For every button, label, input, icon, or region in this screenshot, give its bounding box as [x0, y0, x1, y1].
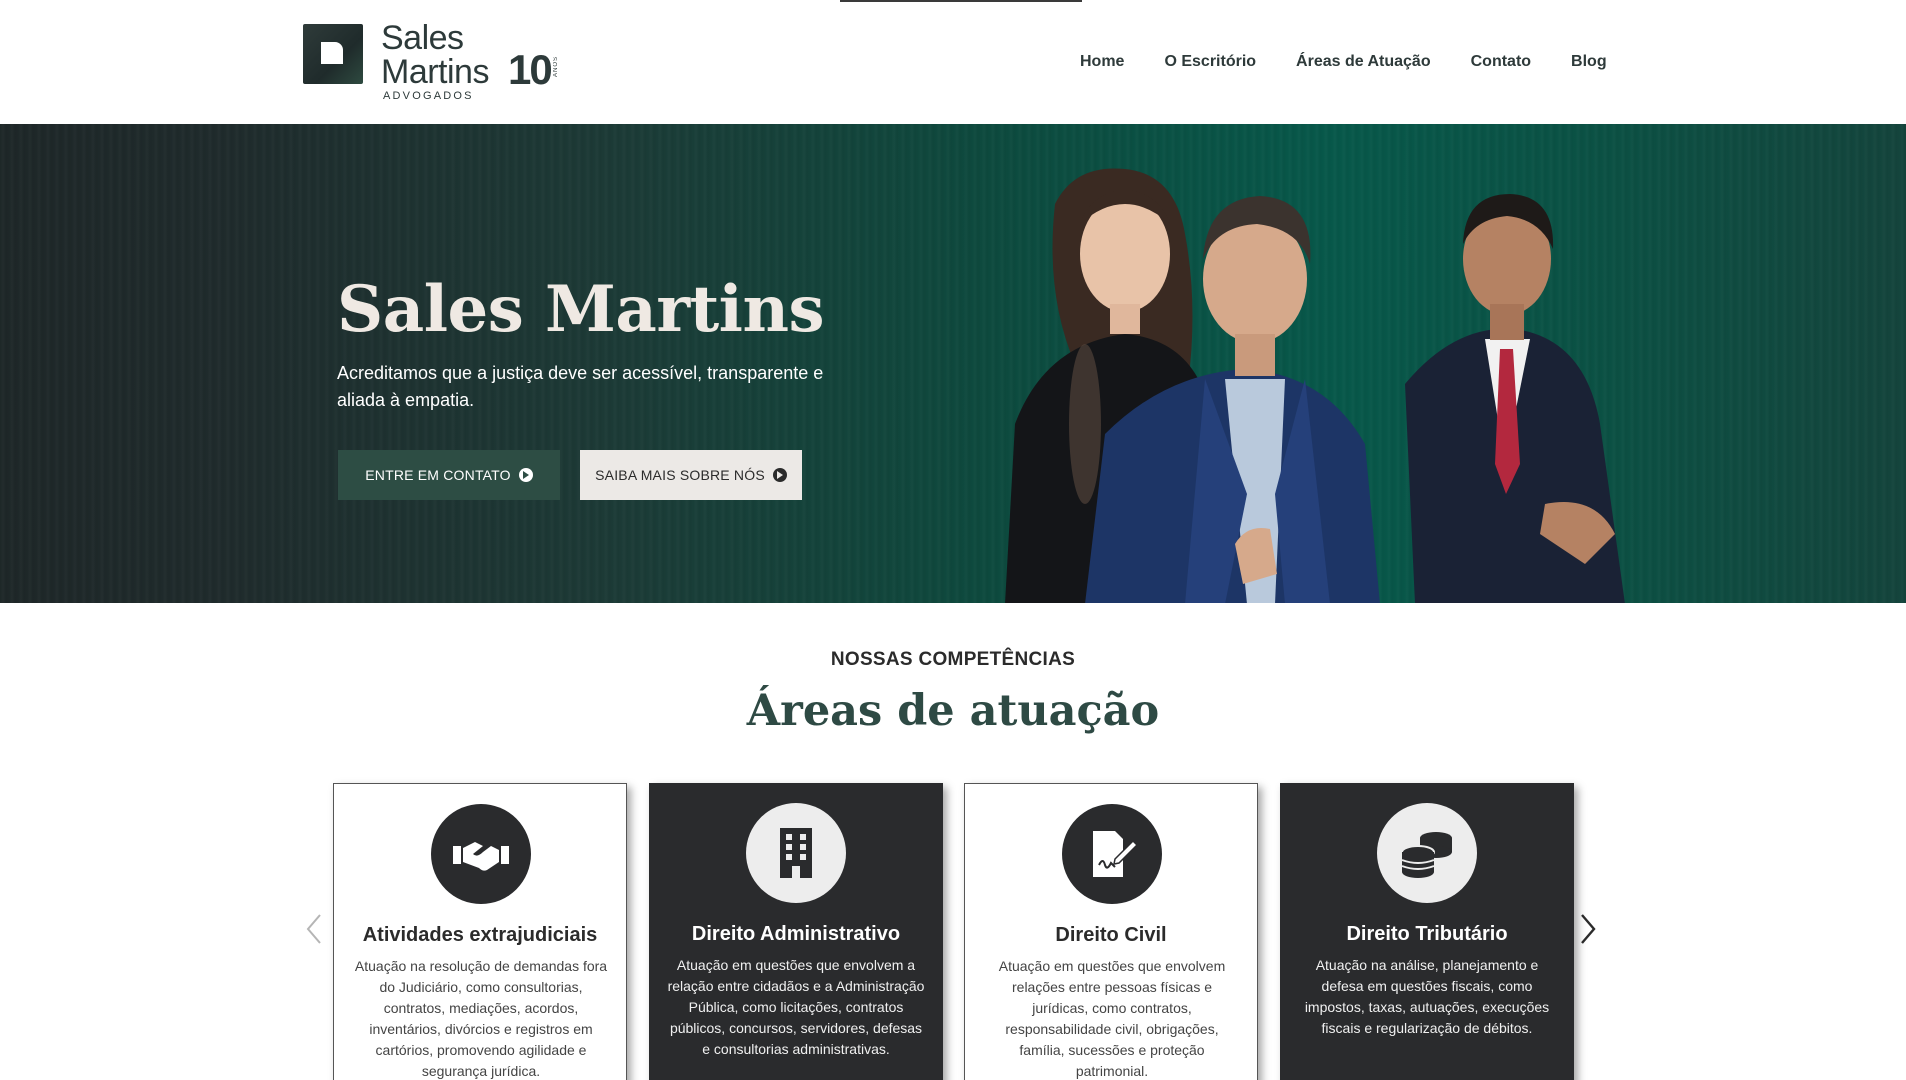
nav-item-blog[interactable]: Blog — [1571, 50, 1607, 74]
logo-years-number: 10 — [508, 46, 553, 93]
card-description: Atuação na resolução de demandas fora do… — [354, 958, 608, 1079]
logo-years-label: ANOS — [553, 56, 559, 78]
nav-item-escritorio[interactable]: O Escritório — [1164, 50, 1256, 74]
card-description: Atuação na análise, planejamento e defes… — [1304, 957, 1550, 1036]
coins-icon — [1377, 803, 1477, 903]
team-photo — [1005, 168, 1625, 603]
team-member-man-right — [1405, 194, 1625, 603]
hero-subtitle: Acreditamos que a justiça deve ser acess… — [337, 363, 824, 410]
file-signature-icon — [1062, 804, 1162, 904]
hero-title: Sales Martins — [337, 272, 825, 347]
card-description: Atuação em questões que envolvem a relaç… — [667, 957, 925, 1057]
hero-banner: Sales Martins Acreditamos que a justiça … — [0, 124, 1906, 603]
practice-area-card[interactable]: Direito Tributário Atuação na análise, p… — [1280, 783, 1574, 1080]
nav-item-home[interactable]: Home — [1080, 50, 1124, 74]
logo-mark-icon — [303, 24, 363, 84]
logo-tagline: ADVOGADOS — [383, 90, 474, 102]
section-title: Áreas de atuação — [746, 686, 1160, 736]
building-icon — [746, 803, 846, 903]
card-title: Atividades extrajudiciais — [362, 924, 598, 946]
practice-area-card[interactable]: Atividades extrajudiciais Atuação na res… — [333, 783, 627, 1080]
header-top-accent-line — [840, 0, 1082, 2]
about-button[interactable]: SAIBA MAIS SOBRE NÓS — [580, 450, 802, 500]
contact-button-label: ENTRE EM CONTATO — [365, 467, 511, 483]
arrow-circle-right-icon — [518, 468, 533, 482]
practice-area-card[interactable]: Direito Administrativo Atuação em questõ… — [649, 783, 943, 1080]
logo-text-sales: Sales — [381, 19, 464, 57]
site-header: Sales Martins 10 ANOS ADVOGADOS Home O E… — [0, 0, 1906, 124]
section-kicker: NOSSAS COMPETÊNCIAS — [830, 649, 1076, 670]
about-button-label: SAIBA MAIS SOBRE NÓS — [595, 467, 765, 483]
handshake-icon — [431, 804, 531, 904]
nav-item-contato[interactable]: Contato — [1471, 50, 1531, 74]
contact-button[interactable]: ENTRE EM CONTATO — [338, 450, 560, 500]
main-nav: Home O Escritório Áreas de Atuação Conta… — [1080, 50, 1607, 74]
carousel-prev-chevron-left-icon[interactable] — [304, 912, 324, 946]
site-logo[interactable]: Sales Martins 10 ANOS ADVOGADOS — [303, 20, 573, 106]
nav-item-areas[interactable]: Áreas de Atuação — [1296, 50, 1431, 74]
practice-area-card[interactable]: Direito Civil Atuação em questões que en… — [964, 783, 1258, 1080]
card-description: Atuação em questões que envolvem relaçõe… — [998, 958, 1226, 1079]
arrow-circle-right-icon — [772, 468, 787, 482]
card-title: Direito Administrativo — [691, 923, 901, 945]
carousel-next-chevron-right-icon[interactable] — [1578, 912, 1598, 946]
card-title: Direito Civil — [1055, 924, 1167, 946]
logo-text-martins: Martins — [381, 53, 489, 91]
card-title: Direito Tributário — [1346, 923, 1508, 945]
